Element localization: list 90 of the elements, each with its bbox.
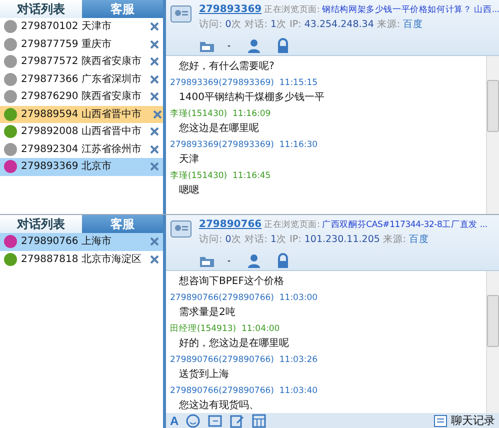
tab[interactable]: 对话列表 <box>0 0 82 18</box>
message-text: 您好，有什么需要呢? <box>178 60 276 74</box>
info-label: 次 对话: <box>231 234 269 246</box>
message-header: 279890766(279890766) 11:03:40 <box>170 386 319 397</box>
tab[interactable]: 对话列表 <box>0 215 82 233</box>
visitor-id-link[interactable]: 279893369 <box>199 4 262 15</box>
message-header: 279893369(279893369) 11:15:15 <box>170 78 319 89</box>
conversation-item[interactable]: 279870102 天津市 <box>0 18 163 36</box>
lock-icon[interactable] <box>275 252 291 269</box>
visitor-card-icon <box>170 3 192 25</box>
close-icon[interactable] <box>150 254 159 264</box>
conversation-item[interactable]: 279876290 陕西省安康市 <box>0 88 163 106</box>
visitor-id-link[interactable]: 279890766 <box>199 219 262 230</box>
conversation-label: 279893369 北京市 <box>21 160 112 174</box>
message-text: 送货到上海 <box>178 368 230 382</box>
source-link[interactable]: 百度 <box>403 19 424 30</box>
conversation-label: 279889594 山西省晋中市 <box>21 108 142 121</box>
conversation-label: 279892008 山西省晋中市 <box>21 125 142 138</box>
info-label: 来源: <box>376 19 402 30</box>
person-icon[interactable] <box>247 38 263 54</box>
conversation-label: 279870102 天津市 <box>21 20 112 34</box>
message-text: 需求量是2吨 <box>178 306 236 320</box>
smiley-icon[interactable] <box>184 412 201 428</box>
info-label: 访问: <box>199 234 224 246</box>
conversation-label: 279877572 陕西省安康市 <box>21 55 142 68</box>
conversation-item[interactable]: 279890766 上海市 <box>0 233 163 250</box>
conversation-item[interactable]: 279892008 山西省晋中市 <box>0 123 163 140</box>
message-header: 279893369(279893369) 11:16:30 <box>170 140 319 151</box>
info-label: 访问: <box>199 19 224 30</box>
chat-history-button[interactable]: 聊天记录 <box>434 413 495 428</box>
conversation-item[interactable]: 279889594 山西省晋中市 <box>0 106 163 123</box>
message-text: 您这边是在哪里呢 <box>178 122 260 136</box>
info-value: 43.254.248.34 <box>304 19 374 30</box>
conversation-label: 279887818 北京市海淀区 <box>21 252 142 266</box>
conversation-item[interactable]: 279892304 江苏省徐州市 <box>0 140 163 158</box>
conversation-item[interactable]: 279877572 陕西省安康市 <box>0 53 163 70</box>
close-icon[interactable] <box>150 127 159 136</box>
viewing-label: 正在浏览页面: <box>264 5 320 15</box>
page-title-link[interactable]: 广西双酮芬CAS#117344-32-8工厂直发 ... <box>322 220 488 230</box>
visitor-card-icon <box>170 218 192 240</box>
conversation-label: 279876290 陕西省安康市 <box>21 90 142 104</box>
page-title-link[interactable]: 钢结构网架多少钱一平价格如何计算？ 山西... <box>322 5 499 15</box>
info-label: 次 对话: <box>231 19 269 30</box>
close-icon[interactable] <box>150 22 159 32</box>
close-icon[interactable] <box>150 144 159 154</box>
viewing-label: 正在浏览页面: <box>264 220 320 230</box>
message-header: 田经理(154913) 11:04:00 <box>170 324 281 335</box>
info-label: 来源: <box>382 234 408 246</box>
message-header: 李瑾(151430) 11:16:09 <box>170 109 272 120</box>
info-value: 1 <box>270 234 277 246</box>
table-icon[interactable] <box>250 412 267 428</box>
message-header: 李瑾(151430) 11:16:45 <box>170 171 272 182</box>
info-label: 次 IP: <box>276 19 302 30</box>
message-text: 您这边有现货吗、 <box>178 398 260 413</box>
conversation-label: 279877759 重庆市 <box>21 38 112 51</box>
font-button[interactable]: A <box>170 414 179 428</box>
person-icon[interactable] <box>247 252 263 269</box>
scrollbar[interactable] <box>486 56 499 214</box>
conversation-item[interactable]: 279877366 广东省深圳市 <box>0 70 163 88</box>
message-text: 好的，您这边是在哪里呢 <box>178 336 290 351</box>
message-text: 天津 <box>178 152 200 167</box>
lock-icon[interactable] <box>275 38 291 54</box>
close-icon[interactable] <box>153 110 162 119</box>
history-icon <box>434 414 447 426</box>
close-icon[interactable] <box>150 57 159 66</box>
source-link[interactable]: 百度 <box>409 234 430 246</box>
conversation-item[interactable]: 279877759 重庆市 <box>0 36 163 53</box>
info-value: 0 <box>225 234 232 246</box>
conversation-item[interactable]: 279893369 北京市 <box>0 158 163 176</box>
close-icon[interactable] <box>150 92 159 102</box>
close-icon[interactable] <box>150 162 159 172</box>
info-value: 0 <box>225 19 232 30</box>
info-value: 1 <box>270 19 277 30</box>
conversation-label: 279892304 江苏省徐州市 <box>21 142 142 156</box>
conversation-item[interactable]: 279887818 北京市海淀区 <box>0 250 163 268</box>
screenshot-icon[interactable] <box>206 412 223 428</box>
edit-icon[interactable] <box>228 412 245 428</box>
conversation-label: 279890766 上海市 <box>21 235 112 248</box>
scrollbar[interactable] <box>486 271 499 413</box>
info-label: 次 IP: <box>276 234 302 246</box>
info-value: 101.230.11.205 <box>304 234 380 246</box>
message-text: 1400平钢结构干煤棚多少钱一平 <box>178 90 326 105</box>
close-icon[interactable] <box>150 40 159 49</box>
close-icon[interactable] <box>150 74 159 84</box>
close-icon[interactable] <box>150 237 159 246</box>
message-text: 嗯嗯 <box>178 184 200 198</box>
message-header: 279890766(279890766) 11:03:00 <box>170 293 319 304</box>
message-header: 279890766(279890766) 11:03:26 <box>170 355 319 366</box>
conversation-label: 279877366 广东省深圳市 <box>21 72 142 86</box>
message-text: 想咨询下BPEF这个价格 <box>178 274 285 289</box>
